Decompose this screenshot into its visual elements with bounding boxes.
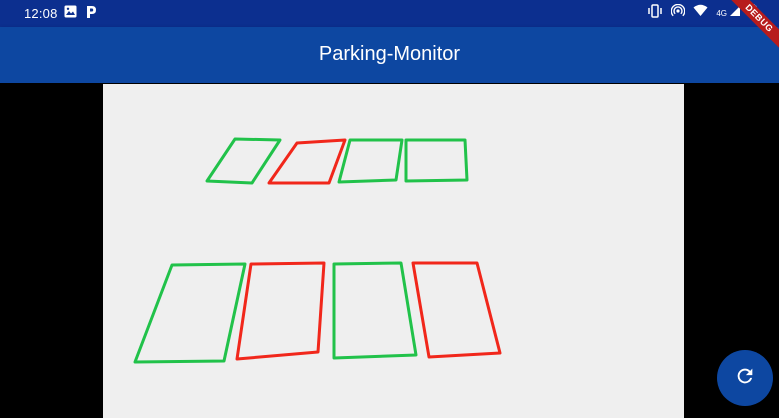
parking-spot-5-free — [133, 262, 247, 364]
refresh-button[interactable] — [717, 350, 773, 406]
parking-spot-7-free — [332, 261, 418, 360]
page-title: Parking-Monitor — [318, 43, 461, 65]
parking-canvas — [103, 84, 684, 418]
status-time: 12:08 — [24, 6, 58, 21]
parking-spot-3-free — [337, 138, 404, 184]
parking-spot-6-occupied — [235, 261, 326, 361]
status-bar: 12:08 4G — [0, 0, 779, 27]
parking-spots-overlay — [133, 137, 502, 364]
parking-spot-2-occupied — [267, 138, 347, 185]
parking-spot-4-free — [404, 138, 469, 183]
parking-spot-1-free — [205, 137, 282, 185]
parking-spot-8-occupied — [411, 261, 502, 359]
app-bar: Parking-Monitor — [0, 27, 779, 83]
vibrate-icon — [647, 3, 663, 23]
network-type-label: 4G — [716, 8, 727, 18]
image-icon — [64, 5, 77, 23]
refresh-icon — [734, 365, 756, 392]
parking-p-icon — [85, 5, 97, 24]
wifi-icon — [693, 4, 708, 22]
hotspot-icon — [671, 3, 686, 23]
